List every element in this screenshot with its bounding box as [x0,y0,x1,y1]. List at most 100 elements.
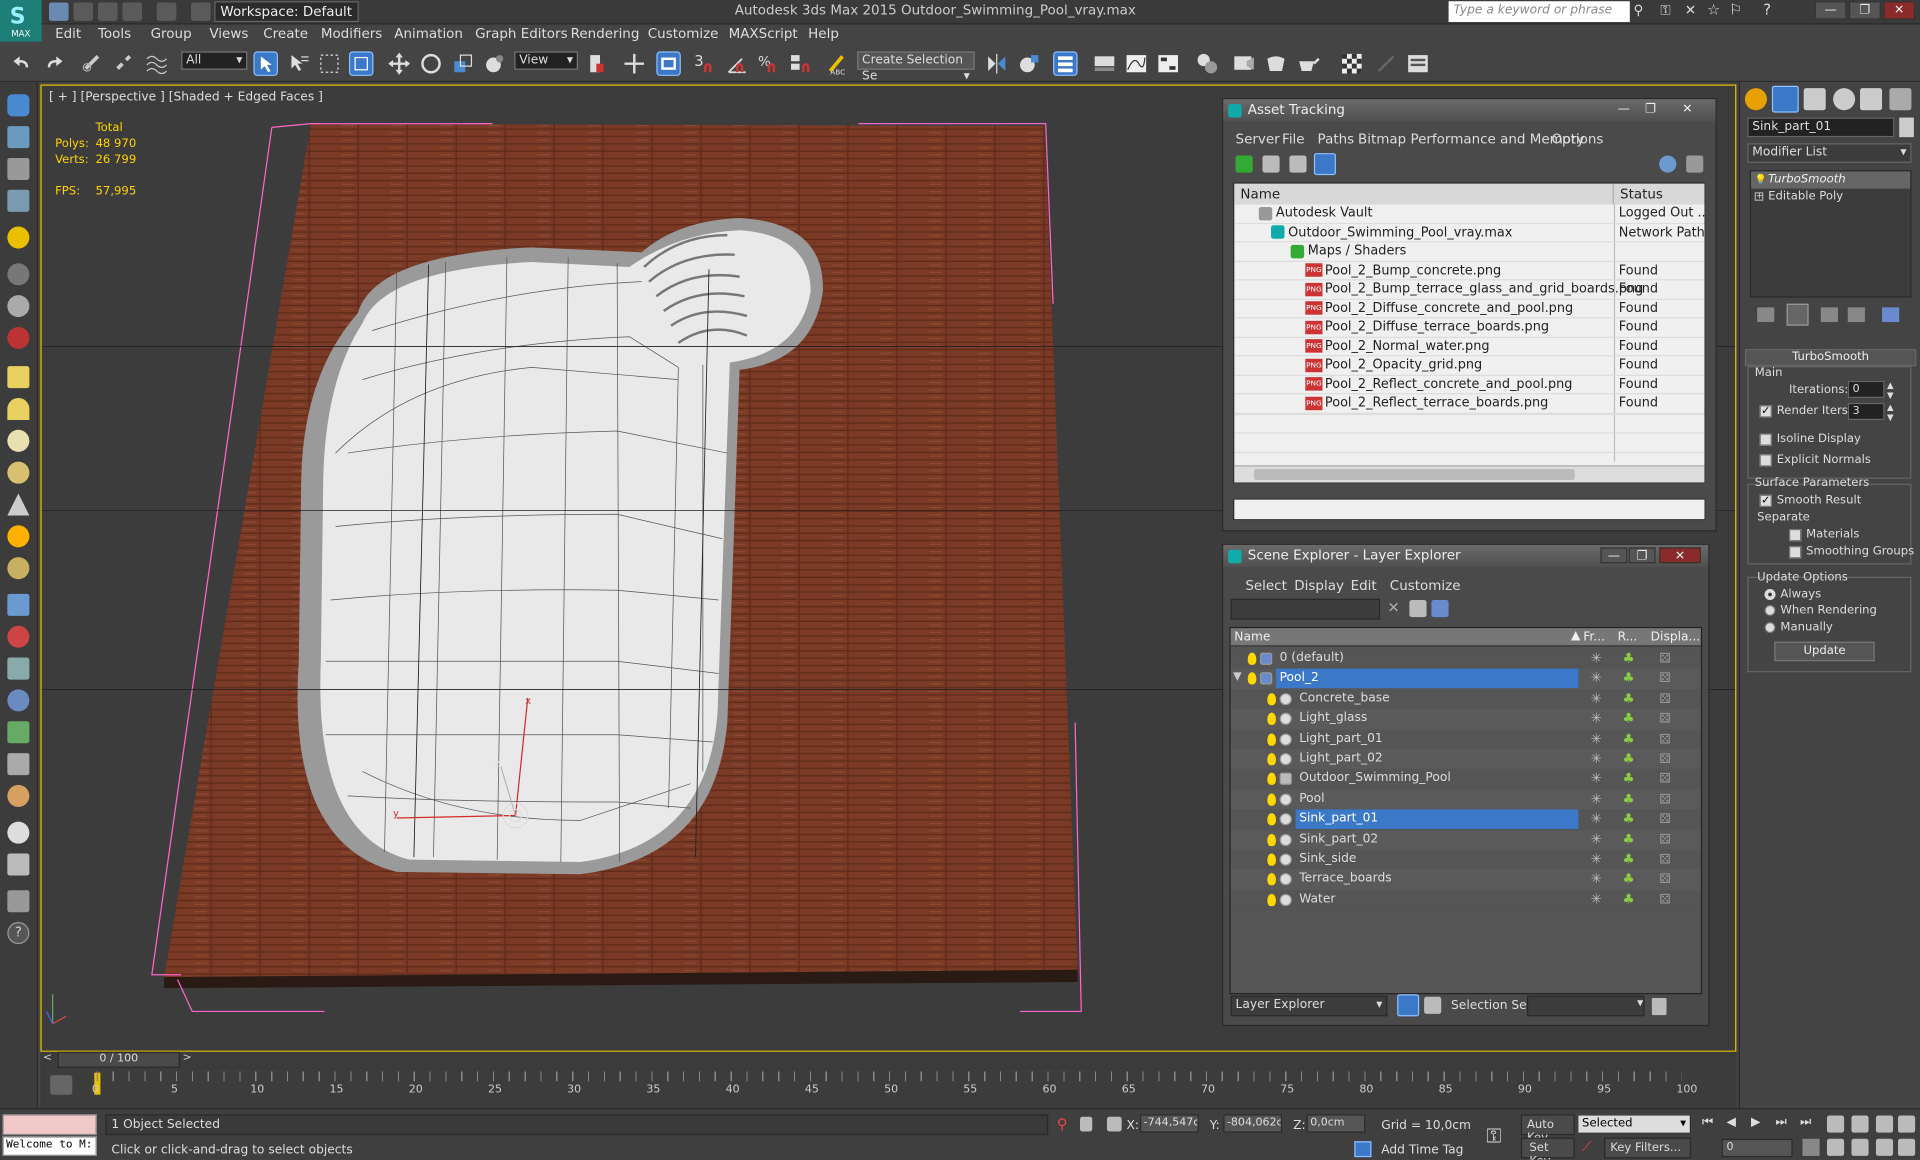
help-icon[interactable] [1659,155,1677,173]
lightbulb-icon[interactable] [1267,813,1276,826]
menu-views[interactable]: Views [209,26,248,42]
reference-coordinate-dropdown[interactable]: View ▾ [514,51,578,70]
motion-tab-icon[interactable] [1833,88,1856,111]
modifier-list-dropdown[interactable]: Modifier List ▾ [1747,143,1912,163]
freeze-icon[interactable]: ✳ [1591,891,1602,907]
orbit-icon[interactable] [1875,1138,1894,1156]
settings-icon[interactable] [1686,155,1704,173]
grass-icon[interactable] [7,721,30,744]
menu-group[interactable]: Group [151,26,192,42]
show-end-result-icon[interactable] [1786,303,1809,326]
menu-customize[interactable]: Customize [648,26,719,42]
expand-icon[interactable]: + [1754,192,1764,201]
key-mode-dropdown[interactable]: Selected ▾ [1577,1114,1692,1134]
x-coordinate-field[interactable]: -744,547cr [1140,1114,1199,1133]
help-icon[interactable]: ? [7,922,30,945]
globe-icon[interactable] [7,689,30,712]
maximize-button[interactable]: ❐ [1640,102,1662,118]
freeze-icon[interactable]: ✳ [1591,771,1602,787]
render-teapot-icon[interactable]: ♣ [1622,851,1634,867]
asset-row[interactable]: PNG Pool_2_Diffuse_terrace_boards.png Foun… [1234,318,1705,338]
vray-toolbar-icon[interactable] [1406,51,1430,75]
teapot-icon[interactable] [7,461,30,484]
menu-help[interactable]: Help [808,26,839,42]
perspective-viewport[interactable]: [ + ] [Perspective ] [Shaded + Edged Fac… [40,84,1737,1052]
layer-row[interactable]: Sink_side ✳ ♣ ⚄ [1230,849,1701,870]
menu-options[interactable]: Options [1551,131,1603,147]
column-display[interactable]: Displa... [1651,631,1701,644]
spinner-arrows-icon[interactable]: ▲ ▼ [1887,403,1894,423]
freeze-icon[interactable]: ✳ [1591,811,1602,827]
freeze-icon[interactable]: ✳ [1591,670,1602,686]
freeze-icon[interactable]: ✳ [1591,710,1602,726]
rope-icon[interactable] [7,784,30,807]
make-unique-icon[interactable] [1820,307,1838,323]
minimize-button[interactable]: — [1613,102,1635,118]
auto-key-button[interactable]: Auto Key [1520,1114,1575,1145]
render-teapot-icon[interactable]: ♣ [1622,690,1634,706]
cone-icon[interactable] [7,493,30,516]
collapse-icon[interactable]: ▼ [1233,672,1241,684]
iterations-spinner[interactable]: 0 [1847,380,1885,398]
prev-frame-icon[interactable]: < [43,1052,52,1064]
menu-modifiers[interactable]: Modifiers [321,26,382,42]
selection-set-dropdown[interactable]: ▾ [1526,995,1645,1017]
hierarchy-tab-icon[interactable] [1803,88,1826,111]
zoom-extents-icon[interactable] [1875,1115,1894,1133]
render-icon[interactable] [7,326,30,349]
next-key-icon[interactable]: ⏭ [1776,1116,1787,1129]
asset-row[interactable]: PNG Pool_2_Reflect_concrete_and_pool.png F… [1234,375,1705,395]
freeze-icon[interactable]: ✳ [1591,731,1602,747]
lightbulb-icon[interactable] [1267,893,1276,906]
sun-icon[interactable] [7,525,30,548]
lightbulb-icon[interactable] [1267,712,1276,726]
workspace-dropdown[interactable]: Workspace: Default▾ [214,1,359,36]
particle-icon[interactable] [7,593,30,616]
current-frame-field[interactable]: 0 [1721,1138,1793,1158]
vray-frame-buffer-icon[interactable] [1340,51,1364,75]
create-layer-icon[interactable] [1409,600,1427,618]
layer-row[interactable]: Concrete_base ✳ ♣ ⚄ [1230,689,1701,710]
modify-tab-icon[interactable] [1771,85,1799,113]
menu-edit[interactable]: Edit [1351,578,1377,594]
materials-checkbox[interactable]: Materials [1788,528,1859,541]
communication-icon[interactable]: ⚐ [1729,1,1746,18]
render-iters-spinner[interactable]: 3 [1847,402,1885,421]
lightbulb-icon[interactable] [1267,692,1276,706]
display-icon[interactable]: ⚄ [1659,851,1671,867]
undo-icon[interactable] [122,2,143,21]
horizontal-scrollbar[interactable] [1234,465,1705,483]
lightbulb-icon[interactable] [1267,833,1276,846]
menu-select[interactable]: Select [1245,578,1287,594]
lightbulb-icon[interactable] [1247,652,1257,665]
render-teapot-icon[interactable]: ♣ [1622,731,1634,747]
layer-row[interactable]: Light_glass ✳ ♣ ⚄ [1230,709,1701,730]
hair-fur-icon[interactable] [7,753,30,776]
new-file-icon[interactable] [48,2,69,21]
lock-icon[interactable] [1080,1116,1093,1132]
align-icon[interactable] [1016,51,1040,75]
freeze-icon[interactable]: ✳ [1591,650,1602,666]
menu-rendering[interactable]: Rendering [571,26,640,42]
layer-row[interactable]: Light_part_01 ✳ ♣ ⚄ [1230,729,1701,750]
torus-icon[interactable] [7,557,30,580]
spinner-snap-icon[interactable] [789,51,813,75]
toggle-scene-explorer-icon[interactable] [1053,51,1078,76]
sort-ascending-icon[interactable]: ▲ [1571,629,1580,642]
project-folder-icon[interactable] [191,2,211,21]
freeze-icon[interactable]: ✳ [1591,851,1602,867]
time-slider[interactable]: < 0 / 100 > [40,1051,1737,1069]
layer-row[interactable]: ▼ Pool_2 ✳ ♣ ⚄ [1230,669,1701,690]
frame-counter[interactable]: 0 / 100 [57,1051,181,1068]
field-of-view-icon[interactable] [1826,1138,1845,1156]
time-tag-icon[interactable] [1354,1141,1372,1158]
edit-named-selection-icon[interactable]: ABC [825,51,849,77]
explorer-mode-dropdown[interactable]: Layer Explorer ▾ [1230,995,1388,1017]
sphere-primitive-icon[interactable] [7,429,30,452]
track-bar[interactable]: 0 5 10 15 20 25 30 35 40 45 50 55 60 65 70 75 80 85 90 95 10… [40,1068,1737,1109]
window-crossing-icon[interactable] [348,51,374,76]
container-icon[interactable] [7,94,30,117]
grid-icon[interactable] [7,853,30,876]
keyboard-shortcut-override-icon[interactable] [656,51,681,76]
prev-key-icon[interactable]: ◀︎ [1727,1116,1736,1129]
